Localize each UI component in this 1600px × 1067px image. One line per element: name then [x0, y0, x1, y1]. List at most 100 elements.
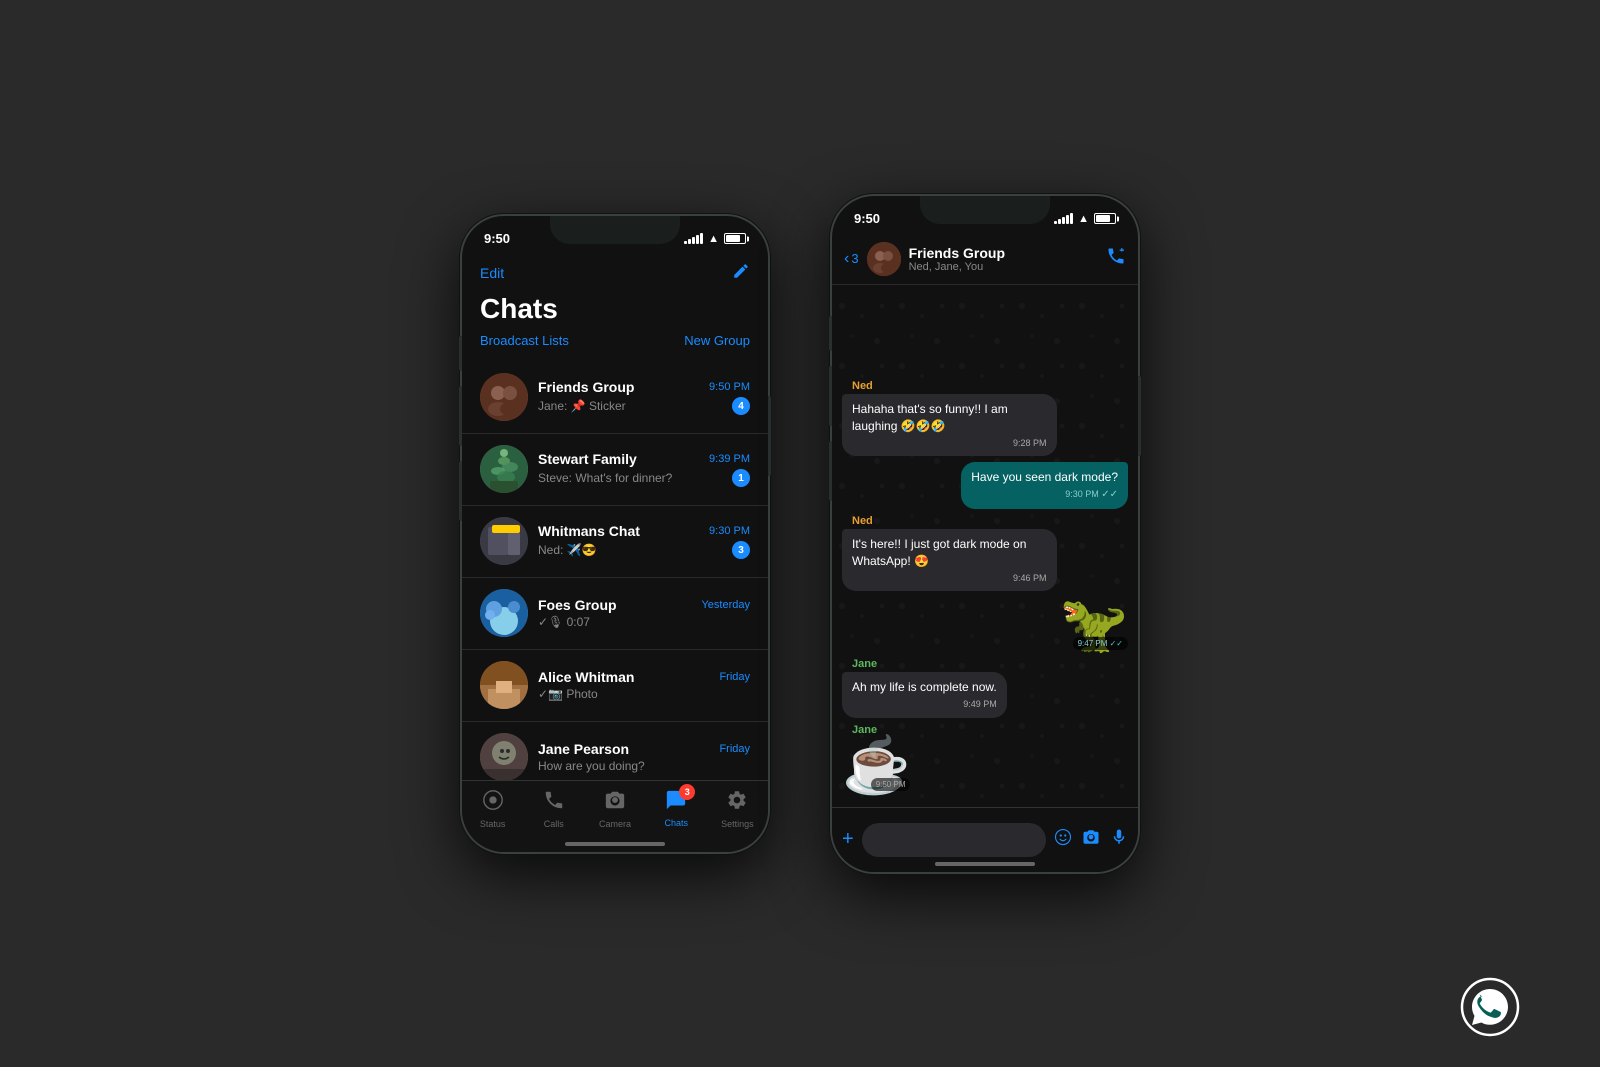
page-title: Chats [480, 293, 750, 325]
chats-top-bar: Edit [480, 262, 750, 285]
message-input-field[interactable] [862, 823, 1046, 857]
sticker-input-icon[interactable] [1054, 828, 1072, 851]
chats-tab-label: Chats [664, 818, 688, 828]
chat-badge-whitmans: 3 [732, 541, 750, 559]
camera-icon [604, 789, 626, 817]
message-jane-1: Jane Ah my life is complete now. 9:49 PM [842, 658, 1007, 717]
chat-header-info: Friends Group Ned, Jane, You [909, 245, 1098, 273]
chat-name-whitmans: Whitmans Chat [538, 523, 640, 539]
chat-preview-stewart-family: Steve: What's for dinner? [538, 471, 732, 485]
phone-chat-view: 9:50 ▲ ‹ [830, 194, 1140, 874]
chat-name-friends-group: Friends Group [538, 379, 634, 395]
broadcast-lists-button[interactable]: Broadcast Lists [480, 333, 569, 348]
chat-name-alice-whitman: Alice Whitman [538, 669, 634, 685]
tab-status[interactable]: Status [462, 789, 523, 829]
chat-list: Friends Group 9:50 PM Jane: 📌 Sticker 4 [462, 362, 768, 794]
sender-ned-label-2: Ned [842, 515, 1057, 527]
status-icons-1: ▲ [684, 233, 746, 245]
chat-content-alice-whitman: Alice Whitman Friday ✓📷 Photo [538, 669, 750, 701]
chat-time-whitmans: 9:30 PM [709, 525, 750, 537]
back-button[interactable]: ‹ 3 [844, 250, 859, 268]
avatar-alice-whitman [480, 661, 528, 709]
input-icons [1054, 828, 1128, 851]
side-button-power-2 [1138, 376, 1141, 456]
calls-icon [543, 789, 565, 817]
camera-input-icon[interactable] [1082, 828, 1100, 851]
chat-item-stewart-family[interactable]: Stewart Family 9:39 PM Steve: What's for… [462, 434, 768, 506]
phone-chats: 9:50 ▲ Ed [460, 214, 770, 854]
tab-chats[interactable]: 3 Chats [646, 789, 707, 828]
time-ned-2: 9:46 PM [852, 572, 1047, 585]
status-icons-2: ▲ [1054, 213, 1116, 225]
status-label: Status [480, 819, 506, 829]
bubble-jane-1: Ah my life is complete now. 9:49 PM [842, 672, 1007, 717]
chat-name-foes-group: Foes Group [538, 597, 617, 613]
chat-badge-friends-group: 4 [732, 397, 750, 415]
chat-item-friends-group[interactable]: Friends Group 9:50 PM Jane: 📌 Sticker 4 [462, 362, 768, 434]
sender-ned-label: Ned [842, 380, 1057, 392]
group-members: Ned, Jane, You [909, 261, 1098, 273]
mic-input-icon[interactable] [1110, 828, 1128, 851]
chat-preview-friends-group: Jane: 📌 Sticker [538, 399, 732, 413]
status-icon [482, 789, 504, 817]
chat-preview-jane-pearson: How are you doing? [538, 759, 750, 773]
chats-screen: 9:50 ▲ Ed [462, 216, 768, 852]
chat-content-foes-group: Foes Group Yesterday ✓🎙 0:07 [538, 597, 750, 629]
add-attachment-button[interactable]: + [842, 828, 854, 851]
avatar-jane-pearson [480, 733, 528, 781]
avatar-whitmans-chat [480, 517, 528, 565]
status-bar-2: 9:50 ▲ [832, 196, 1138, 234]
sticker-time-jane: 9:50 PM [871, 778, 911, 791]
chat-item-whitmans[interactable]: Whitmans Chat 9:30 PM Ned: ✈️😎 3 [462, 506, 768, 578]
time-jane-1: 9:49 PM [852, 698, 997, 711]
chat-preview-whitmans: Ned: ✈️😎 [538, 543, 732, 557]
chat-view-screen: 9:50 ▲ ‹ [832, 196, 1138, 872]
messages-area[interactable]: Ned Hahaha that's so funny!! I am laughi… [832, 296, 1138, 807]
tab-settings[interactable]: Settings [707, 789, 768, 829]
signal-icon-2 [1054, 213, 1073, 224]
message-ned-1: Ned Hahaha that's so funny!! I am laughi… [842, 380, 1057, 456]
message-out-1: Have you seen dark mode? 9:30 PM ✓✓ [961, 462, 1128, 509]
group-name: Friends Group [909, 245, 1098, 261]
chat-preview-foes-group: ✓🎙 0:07 [538, 615, 750, 629]
new-group-button[interactable]: New Group [684, 333, 750, 348]
time-ned-1: 9:28 PM [852, 437, 1047, 450]
chat-time-jane-pearson: Friday [719, 743, 750, 755]
home-indicator-2 [935, 862, 1035, 866]
call-button[interactable] [1106, 246, 1126, 271]
tab-camera[interactable]: Camera [584, 789, 645, 829]
whatsapp-logo [1460, 977, 1520, 1037]
message-ned-2: Ned It's here!! I just got dark mode on … [842, 515, 1057, 591]
bubble-ned-1: Hahaha that's so funny!! I am laughing 🤣… [842, 394, 1057, 456]
chat-time-foes-group: Yesterday [701, 599, 750, 611]
chats-notification-badge: 3 [679, 784, 695, 800]
bubble-out-1: Have you seen dark mode? 9:30 PM ✓✓ [961, 462, 1128, 509]
tab-calls[interactable]: Calls [523, 789, 584, 829]
chat-content-stewart-family: Stewart Family 9:39 PM Steve: What's for… [538, 451, 750, 487]
avatar-foes-group [480, 589, 528, 637]
settings-label: Settings [721, 819, 754, 829]
chat-name-stewart-family: Stewart Family [538, 451, 637, 467]
chats-header: Edit Chats Broadcast Lists New Group [462, 254, 768, 362]
message-sticker-jane: Jane ☕ 9:50 PM [842, 724, 910, 793]
side-button-power [768, 396, 771, 476]
compose-button[interactable] [732, 262, 750, 285]
chat-content-jane-pearson: Jane Pearson Friday How are you doing? [538, 741, 750, 773]
wifi-icon-2: ▲ [1078, 213, 1089, 225]
chat-preview-alice-whitman: ✓📷 Photo [538, 687, 750, 701]
time-display-2: 9:50 [854, 211, 880, 226]
group-avatar [867, 242, 901, 276]
wifi-icon-1: ▲ [708, 233, 719, 245]
calls-label: Calls [544, 819, 564, 829]
read-receipts-1: ✓✓ [1101, 489, 1118, 500]
chat-name-jane-pearson: Jane Pearson [538, 741, 629, 757]
settings-icon [726, 789, 748, 817]
sticker-time-out: 9:47 PM ✓✓ [1073, 637, 1128, 650]
chats-sub-bar: Broadcast Lists New Group [480, 333, 750, 348]
edit-button[interactable]: Edit [480, 265, 504, 281]
chat-badge-stewart-family: 1 [732, 469, 750, 487]
signal-icon-1 [684, 233, 703, 244]
battery-icon-1 [724, 233, 746, 244]
chat-item-foes-group[interactable]: Foes Group Yesterday ✓🎙 0:07 [462, 578, 768, 650]
chat-item-alice-whitman[interactable]: Alice Whitman Friday ✓📷 Photo [462, 650, 768, 722]
